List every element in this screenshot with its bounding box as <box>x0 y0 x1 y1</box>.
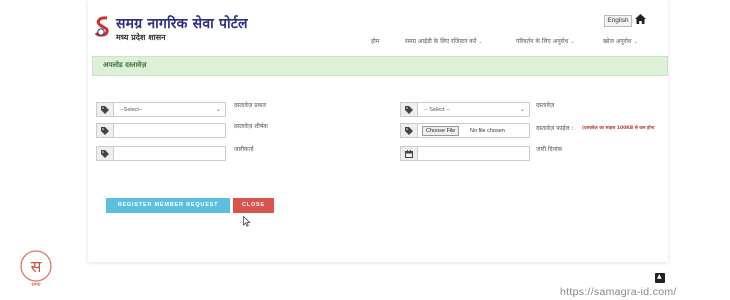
tag-icon <box>400 102 417 117</box>
close-button[interactable]: CLOSE <box>233 198 274 213</box>
chevron-down-icon: ⌄ <box>215 107 221 113</box>
samagra-logo-icon <box>94 16 109 37</box>
doc-title-input[interactable] <box>113 123 226 138</box>
tag-icon <box>96 102 113 117</box>
svg-text:स: स <box>31 257 43 276</box>
nav-home[interactable]: होम <box>371 37 379 45</box>
choose-file-button[interactable]: Choose File <box>422 126 460 136</box>
calendar-icon <box>400 146 417 161</box>
nav-register-label: समग्र आईडी के लिए रजिस्टर करें <box>405 38 477 45</box>
nav-change-request[interactable]: परिवर्तन के लिए अनुरोध ⌄ <box>516 37 575 45</box>
tag-icon <box>96 146 113 161</box>
chevron-down-icon: ⌄ <box>570 39 575 45</box>
doc-category-select[interactable]: --Select-- ⌄ <box>113 102 226 117</box>
tag-icon <box>400 123 417 138</box>
doc-file-input[interactable]: Choose File No file chosen <box>417 123 530 138</box>
chevron-down-icon: ⌄ <box>633 39 638 45</box>
doc-label: दस्तावेज़ <box>536 102 555 109</box>
issue-date-input[interactable] <box>417 146 530 161</box>
nav-home-label: होम <box>371 38 380 45</box>
issuer-input[interactable] <box>113 146 226 161</box>
home-icon[interactable] <box>635 14 646 24</box>
chevron-down-icon: ⌄ <box>519 107 525 113</box>
doc-type-value: -- Select -- <box>424 107 450 113</box>
no-file-text: No file chosen <box>470 128 505 134</box>
scroll-top-button[interactable]: ▲ <box>655 273 665 283</box>
mouse-cursor-icon <box>243 216 251 227</box>
chevron-up-icon: ▲ <box>657 273 662 280</box>
doc-type-label: दस्तावेज़ प्रकार <box>234 102 267 109</box>
nav-change-request-label: परिवर्तन के लिए अनुरोध <box>516 38 569 45</box>
portal-title: समग्र नागरिक सेवा पोर्टल <box>116 16 248 32</box>
watermark-logo-icon: स समग्र <box>20 250 52 288</box>
watermark-url: https://samagra-id.com/ <box>560 286 677 298</box>
portal-subtitle: मध्य प्रदेश शासन <box>116 33 166 42</box>
nav-search-request-label: खोज अनुरोध <box>603 38 632 45</box>
svg-text:समग्र: समग्र <box>31 282 40 288</box>
nav-register[interactable]: समग्र आईडी के लिए रजिस्टर करें ⌄ <box>405 37 483 45</box>
doc-category-value: --Select-- <box>120 107 143 113</box>
issue-date-label: जारी दिनांक <box>536 146 563 153</box>
language-button[interactable]: English <box>604 15 632 27</box>
chevron-down-icon: ⌄ <box>478 39 483 45</box>
doc-file-hint: (दस्तावेज़ का साइज 100KB से कम होना <box>582 126 655 131</box>
issuer-label: जारीकर्ता <box>234 146 254 153</box>
doc-title-label: दस्तावेज़ शीर्षक <box>234 123 268 130</box>
doc-type-select[interactable]: -- Select -- ⌄ <box>417 102 530 117</box>
nav-search-request[interactable]: खोज अनुरोध ⌄ <box>603 37 638 45</box>
tag-icon <box>96 123 113 138</box>
section-banner: अपलोड दस्तावेज़ <box>92 56 668 76</box>
page: समग्र नागरिक सेवा पोर्टल मध्य प्रदेश शास… <box>0 0 730 300</box>
register-member-request-button[interactable]: REGISTER MEMBER REQUEST <box>106 198 230 213</box>
section-title: अपलोड दस्तावेज़ <box>103 61 147 69</box>
doc-file-label: दस्तावेज़ फाईल : <box>536 125 574 132</box>
